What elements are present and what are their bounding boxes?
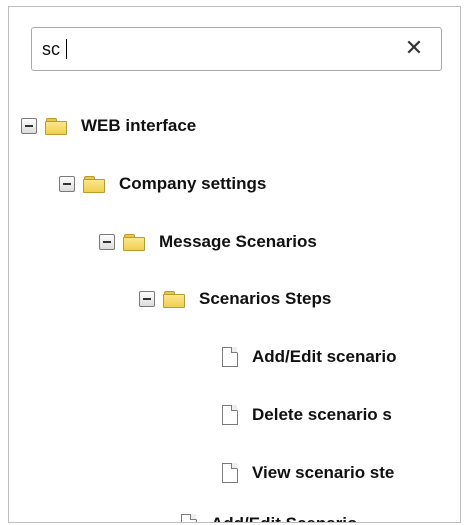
file-icon xyxy=(181,514,197,522)
file-icon xyxy=(222,347,238,367)
tree-node-label[interactable]: Company settings xyxy=(119,174,266,194)
tree-node-message-scenarios[interactable]: Message Scenarios xyxy=(99,227,317,257)
tree-node-view-scenario-step[interactable]: View scenario ste xyxy=(222,458,394,488)
tree-node-web-interface[interactable]: WEB interface xyxy=(21,111,196,141)
collapse-icon[interactable] xyxy=(99,234,115,250)
tree-node-add-edit-scenario-step[interactable]: Add/Edit scenario xyxy=(222,342,397,372)
tree-view: WEB interface Company settings Message S… xyxy=(9,7,460,522)
tree-node-label[interactable]: WEB interface xyxy=(81,116,196,136)
tree-node-label[interactable]: Add/Edit scenario xyxy=(252,347,397,367)
tree-node-label[interactable]: Message Scenarios xyxy=(159,232,317,252)
tree-node-scenarios-steps[interactable]: Scenarios Steps xyxy=(139,284,331,314)
tree-node-label[interactable]: Delete scenario s xyxy=(252,405,392,425)
folder-icon xyxy=(123,234,145,251)
folder-icon xyxy=(83,176,105,193)
tree-node-add-edit-scenario[interactable]: Add/Edit Scenario xyxy=(181,509,357,522)
file-icon xyxy=(222,405,238,425)
tree-node-company-settings[interactable]: Company settings xyxy=(59,169,266,199)
tree-node-delete-scenario-step[interactable]: Delete scenario s xyxy=(222,400,392,430)
tree-node-label[interactable]: View scenario ste xyxy=(252,463,394,483)
file-icon xyxy=(222,463,238,483)
collapse-icon[interactable] xyxy=(59,176,75,192)
tree-node-label[interactable]: Scenarios Steps xyxy=(199,289,331,309)
folder-icon xyxy=(163,291,185,308)
permissions-tree-panel: ✕ WEB interface Company settings Message… xyxy=(8,6,461,523)
tree-node-label[interactable]: Add/Edit Scenario xyxy=(211,514,357,522)
collapse-icon[interactable] xyxy=(21,118,37,134)
collapse-icon[interactable] xyxy=(139,291,155,307)
folder-icon xyxy=(45,118,67,135)
